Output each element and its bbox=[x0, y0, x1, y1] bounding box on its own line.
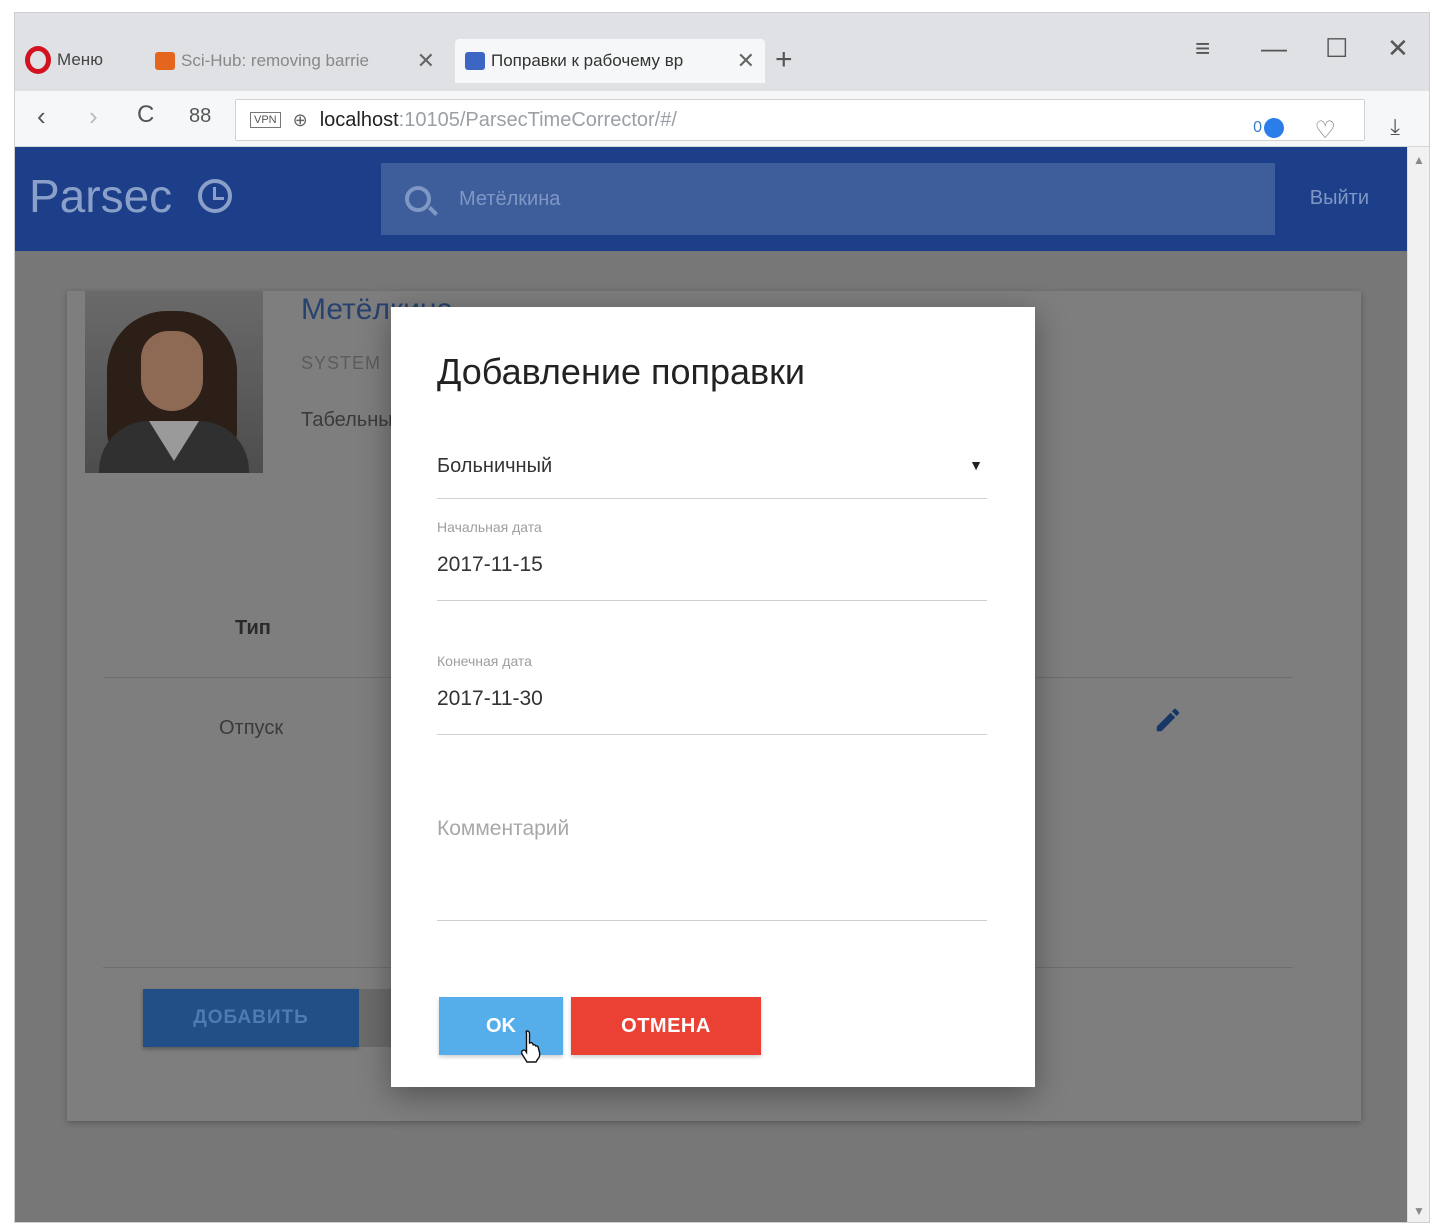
globe-icon: ⊕ bbox=[292, 109, 308, 130]
forward-icon[interactable]: › bbox=[89, 101, 98, 132]
start-date-label: Начальная дата bbox=[437, 519, 542, 535]
employee-photo bbox=[85, 291, 263, 473]
scihub-favicon-icon bbox=[155, 52, 175, 70]
tab-parsec[interactable]: Поправки к рабочему вр ✕ bbox=[455, 39, 765, 83]
end-date-label: Конечная дата bbox=[437, 653, 532, 669]
comment-placeholder: Комментарий bbox=[437, 817, 570, 840]
url-path: :10105/ParsecTimeCorrector/#/ bbox=[398, 108, 677, 131]
add-correction-button[interactable]: ДОБАВИТЬ bbox=[143, 989, 359, 1047]
tab-menu-icon[interactable]: ≡ bbox=[1195, 33, 1210, 64]
tab-title: Sci-Hub: removing barrie bbox=[181, 51, 370, 70]
cancel-button[interactable]: ОТМЕНА bbox=[571, 997, 761, 1055]
search-icon bbox=[405, 186, 431, 212]
bookmark-heart-icon[interactable]: ♡ bbox=[1314, 116, 1336, 145]
edit-pencil-icon[interactable] bbox=[1153, 705, 1183, 735]
scroll-down-icon[interactable]: ▼ bbox=[1413, 1204, 1425, 1218]
url-input[interactable]: VPN ⊕ localhost:10105/ParsecTimeCorrecto… bbox=[235, 99, 1400, 144]
tab-strip: Меню Sci-Hub: removing barrie ✕ Поправки… bbox=[15, 13, 1429, 91]
parsec-favicon-icon bbox=[465, 52, 485, 70]
employee-search[interactable]: Метёлкина bbox=[381, 163, 1275, 235]
clock-icon bbox=[198, 179, 233, 213]
app-header: Parsec Метёлкина Выйти bbox=[15, 147, 1409, 251]
comment-field[interactable]: Комментарий bbox=[437, 817, 987, 921]
tab-scihub[interactable]: Sci-Hub: removing barrie ✕ bbox=[145, 39, 445, 83]
browser-window: Меню Sci-Hub: removing barrie ✕ Поправки… bbox=[14, 12, 1430, 1223]
back-icon[interactable]: ‹ bbox=[37, 101, 46, 132]
end-date-input[interactable]: 2017-11-30 bbox=[437, 687, 543, 711]
page-scrollbar[interactable]: ▲ ▼ bbox=[1407, 147, 1429, 1222]
correction-type-select[interactable]: Больничный ▼ bbox=[437, 445, 987, 499]
brand: Parsec bbox=[29, 169, 233, 223]
page-viewport: Parsec Метёлкина Выйти Метёлкина SYSTEM … bbox=[15, 147, 1409, 1222]
table-cell-type: Отпуск bbox=[219, 717, 284, 739]
column-header-type: Тип bbox=[235, 617, 271, 639]
dropdown-arrow-icon: ▼ bbox=[969, 457, 983, 473]
maximize-icon[interactable]: ☐ bbox=[1325, 33, 1348, 64]
address-bar: ‹ › C 88 VPN ⊕ localhost:10105/ParsecTim… bbox=[15, 91, 1429, 147]
opera-logo-icon bbox=[25, 46, 51, 74]
employee-tab-number: Табельный bbox=[301, 409, 404, 431]
employee-org: SYSTEM bbox=[301, 353, 382, 373]
tab-title: Поправки к рабочему вр bbox=[491, 51, 684, 70]
add-correction-dialog: Добавление поправки Больничный ▼ Начальн… bbox=[391, 307, 1035, 1087]
tab-close-icon[interactable]: ✕ bbox=[417, 48, 435, 74]
reload-icon[interactable]: C bbox=[137, 101, 154, 129]
adblock-badge[interactable]: 0 bbox=[1253, 118, 1284, 138]
logout-link[interactable]: Выйти bbox=[1310, 187, 1369, 210]
download-icon[interactable]: ⤓ bbox=[1390, 114, 1400, 140]
adblock-icon bbox=[1264, 118, 1284, 138]
start-date-field[interactable]: Начальная дата 2017-11-15 bbox=[437, 519, 987, 601]
minimize-icon[interactable]: — bbox=[1261, 33, 1287, 64]
speed-dial-icon[interactable]: 88 bbox=[189, 105, 211, 128]
url-host: localhost bbox=[319, 108, 399, 131]
close-window-icon[interactable]: ✕ bbox=[1387, 33, 1409, 64]
opera-menu-button[interactable]: Меню bbox=[25, 45, 103, 75]
new-tab-button[interactable]: + bbox=[775, 43, 793, 77]
end-date-field[interactable]: Конечная дата 2017-11-30 bbox=[437, 653, 987, 735]
hand-cursor-icon bbox=[520, 1030, 541, 1063]
scroll-up-icon[interactable]: ▲ bbox=[1413, 153, 1425, 167]
tab-close-icon[interactable]: ✕ bbox=[737, 48, 755, 74]
menu-label: Меню bbox=[57, 50, 103, 69]
start-date-input[interactable]: 2017-11-15 bbox=[437, 553, 543, 577]
correction-type-value: Больничный bbox=[437, 455, 553, 477]
dialog-title: Добавление поправки bbox=[437, 351, 805, 392]
brand-name: Parsec bbox=[29, 170, 173, 222]
search-input[interactable]: Метёлкина bbox=[459, 188, 560, 211]
vpn-badge[interactable]: VPN bbox=[250, 112, 281, 128]
adblock-count: 0 bbox=[1253, 119, 1262, 136]
